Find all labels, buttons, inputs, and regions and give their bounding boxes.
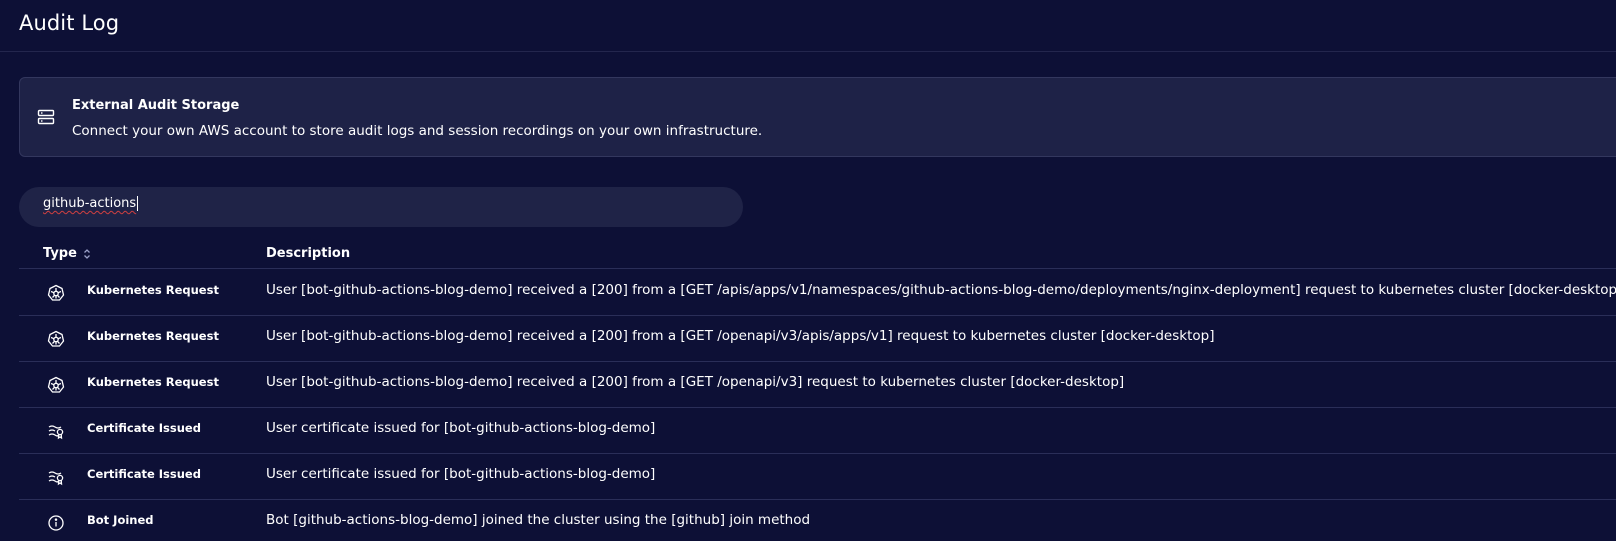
row-description: User certificate issued for [bot-github-… bbox=[266, 420, 656, 436]
row-description: User [bot-github-actions-blog-demo] rece… bbox=[266, 374, 1125, 390]
sort-icon[interactable] bbox=[82, 248, 92, 260]
row-description: User [bot-github-actions-blog-demo] rece… bbox=[266, 282, 1616, 298]
storage-card-title: External Audit Storage bbox=[72, 98, 240, 113]
row-type-label: Certificate Issued bbox=[87, 467, 201, 481]
table-row[interactable]: Kubernetes Request User [bot-github-acti… bbox=[19, 361, 1616, 408]
page-title: Audit Log bbox=[19, 11, 120, 35]
row-description: User certificate issued for [bot-github-… bbox=[266, 466, 656, 482]
storage-card-description: Connect your own AWS account to store au… bbox=[72, 123, 763, 139]
row-type-label: Kubernetes Request bbox=[87, 283, 219, 297]
certificate-icon bbox=[48, 471, 64, 486]
search-input-value: github-actions bbox=[43, 196, 137, 211]
row-description: User [bot-github-actions-blog-demo] rece… bbox=[266, 328, 1215, 344]
row-type-label: Kubernetes Request bbox=[87, 375, 219, 389]
certificate-icon bbox=[48, 425, 64, 440]
column-header-description: Description bbox=[266, 246, 351, 261]
table-row[interactable]: Certificate Issued User certificate issu… bbox=[19, 407, 1616, 454]
server-icon bbox=[37, 109, 55, 125]
audit-log-page: Audit Log External Audit Storage Connect… bbox=[0, 0, 1616, 541]
info-icon bbox=[48, 515, 64, 531]
page-header: Audit Log bbox=[0, 0, 1616, 52]
row-type-label: Kubernetes Request bbox=[87, 329, 219, 343]
table-row[interactable]: Bot Joined Bot [github-actions-blog-demo… bbox=[19, 499, 1616, 541]
row-type-label: Bot Joined bbox=[87, 513, 154, 527]
table-row[interactable]: Certificate Issued User certificate issu… bbox=[19, 453, 1616, 500]
search-box[interactable]: github-actions bbox=[19, 187, 743, 227]
external-audit-storage-card[interactable]: External Audit Storage Connect your own … bbox=[19, 77, 1616, 157]
table-row[interactable]: Kubernetes Request User [bot-github-acti… bbox=[19, 269, 1616, 316]
kubernetes-icon bbox=[47, 376, 65, 393]
column-header-type[interactable]: Type bbox=[43, 246, 77, 261]
row-description: Bot [github-actions-blog-demo] joined th… bbox=[266, 512, 811, 528]
table-header: Type Description bbox=[19, 242, 1616, 269]
kubernetes-icon bbox=[47, 330, 65, 347]
text-cursor bbox=[137, 196, 139, 211]
search-input[interactable]: github-actions bbox=[43, 196, 703, 218]
table-row[interactable]: Kubernetes Request User [bot-github-acti… bbox=[19, 315, 1616, 362]
row-type-label: Certificate Issued bbox=[87, 421, 201, 435]
kubernetes-icon bbox=[47, 284, 65, 301]
